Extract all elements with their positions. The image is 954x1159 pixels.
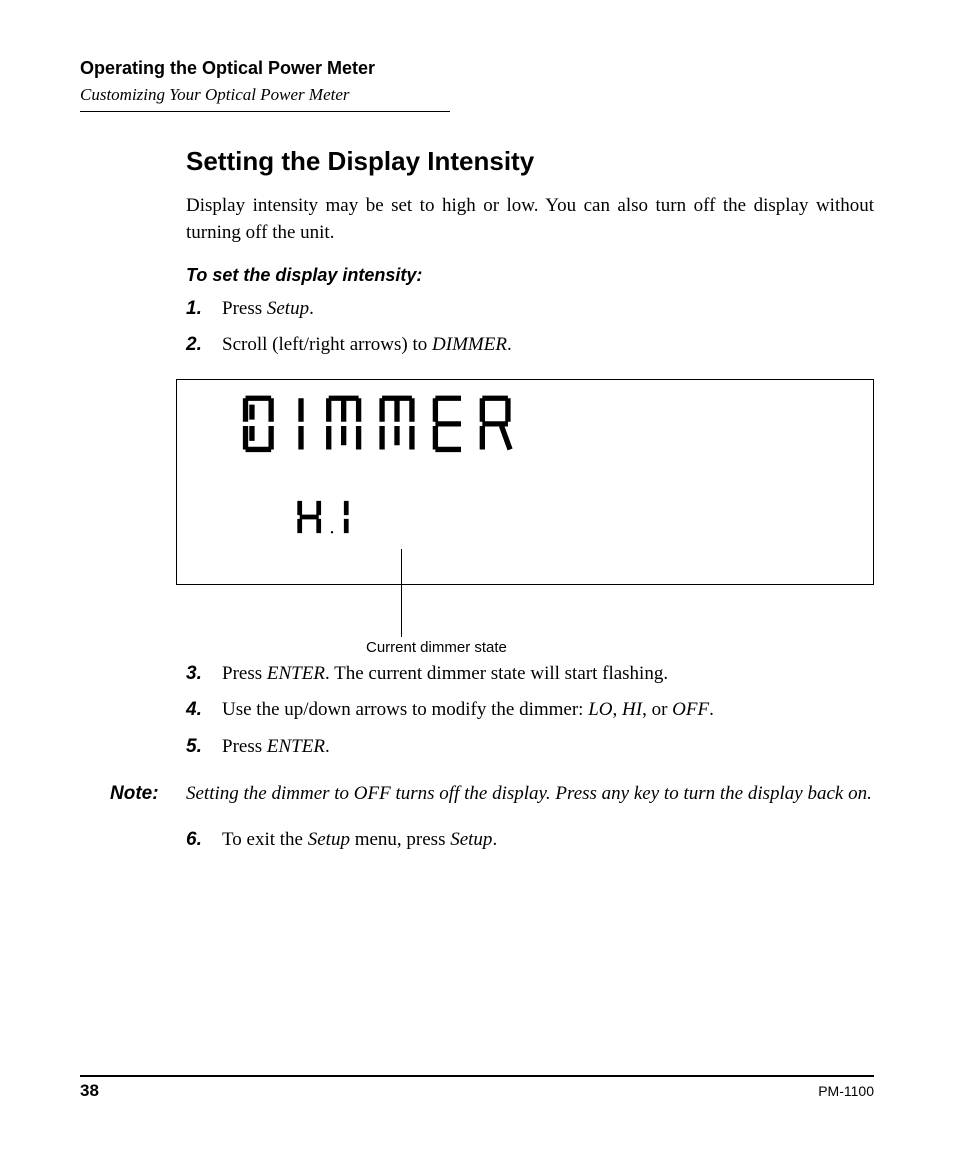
step-3: Press ENTER. The current dimmer state wi… xyxy=(186,659,874,689)
step-text: menu, press xyxy=(350,829,450,850)
callout-label: Current dimmer state xyxy=(366,639,507,656)
ui-term: OFF xyxy=(672,699,709,720)
step-text: Press xyxy=(222,736,267,757)
ui-term: Setup xyxy=(267,298,309,319)
header-divider xyxy=(80,111,450,112)
step-text: . xyxy=(309,298,314,319)
step-text: . The current dimmer state will start fl… xyxy=(325,663,668,684)
step-text: , or xyxy=(642,699,672,720)
page-number: 38 xyxy=(80,1081,99,1101)
model-number: PM-1100 xyxy=(818,1083,874,1099)
step-text: , xyxy=(613,699,623,720)
lcd-text-hi xyxy=(294,498,370,536)
ui-term: LO xyxy=(588,699,612,720)
ui-term: DIMMER xyxy=(432,334,507,355)
intro-paragraph: Display intensity may be set to high or … xyxy=(186,193,874,247)
step-text: To exit the xyxy=(222,829,308,850)
ui-term: ENTER xyxy=(267,736,325,757)
ui-term: HI xyxy=(622,699,642,720)
step-text: Press xyxy=(222,663,267,684)
callout-wrap: Current dimmer state xyxy=(176,589,874,659)
steps-mid: Press ENTER. The current dimmer state wi… xyxy=(186,659,874,762)
step-text: Press xyxy=(222,298,267,319)
footer-divider xyxy=(80,1075,874,1077)
page-footer: 38 PM-1100 xyxy=(80,1075,874,1101)
step-6: To exit the Setup menu, press Setup. xyxy=(186,825,874,855)
lcd-display-figure xyxy=(176,379,874,585)
ui-term: ENTER xyxy=(267,663,325,684)
section-subtitle: Customizing Your Optical Power Meter xyxy=(80,85,874,105)
step-text: . xyxy=(492,829,497,850)
steps-top: Press Setup. Scroll (left/right arrows) … xyxy=(186,294,874,361)
chapter-title: Operating the Optical Power Meter xyxy=(80,58,874,79)
steps-last: To exit the Setup menu, press Setup. xyxy=(186,825,874,855)
section-heading: Setting the Display Intensity xyxy=(186,146,874,177)
step-5: Press ENTER. xyxy=(186,732,874,762)
step-1: Press Setup. xyxy=(186,294,874,324)
page-header: Operating the Optical Power Meter Custom… xyxy=(80,58,874,112)
step-text: . xyxy=(507,334,512,355)
step-text: . xyxy=(325,736,330,757)
step-4: Use the up/down arrows to modify the dim… xyxy=(186,695,874,725)
callout-leader-line xyxy=(401,549,402,637)
note-text: Setting the dimmer to OFF turns off the … xyxy=(186,780,874,808)
step-text: . xyxy=(709,699,714,720)
step-text: Scroll (left/right arrows) to xyxy=(222,334,432,355)
ui-term: Setup xyxy=(308,829,350,850)
ui-term: Setup xyxy=(450,829,492,850)
note-label: Note: xyxy=(110,780,186,808)
lcd-text-dimmer xyxy=(237,394,557,458)
step-2: Scroll (left/right arrows) to DIMMER. xyxy=(186,330,874,360)
procedure-heading: To set the display intensity: xyxy=(186,265,874,286)
note-block: Note: Setting the dimmer to OFF turns of… xyxy=(110,780,874,808)
step-text: Use the up/down arrows to modify the dim… xyxy=(222,699,588,720)
